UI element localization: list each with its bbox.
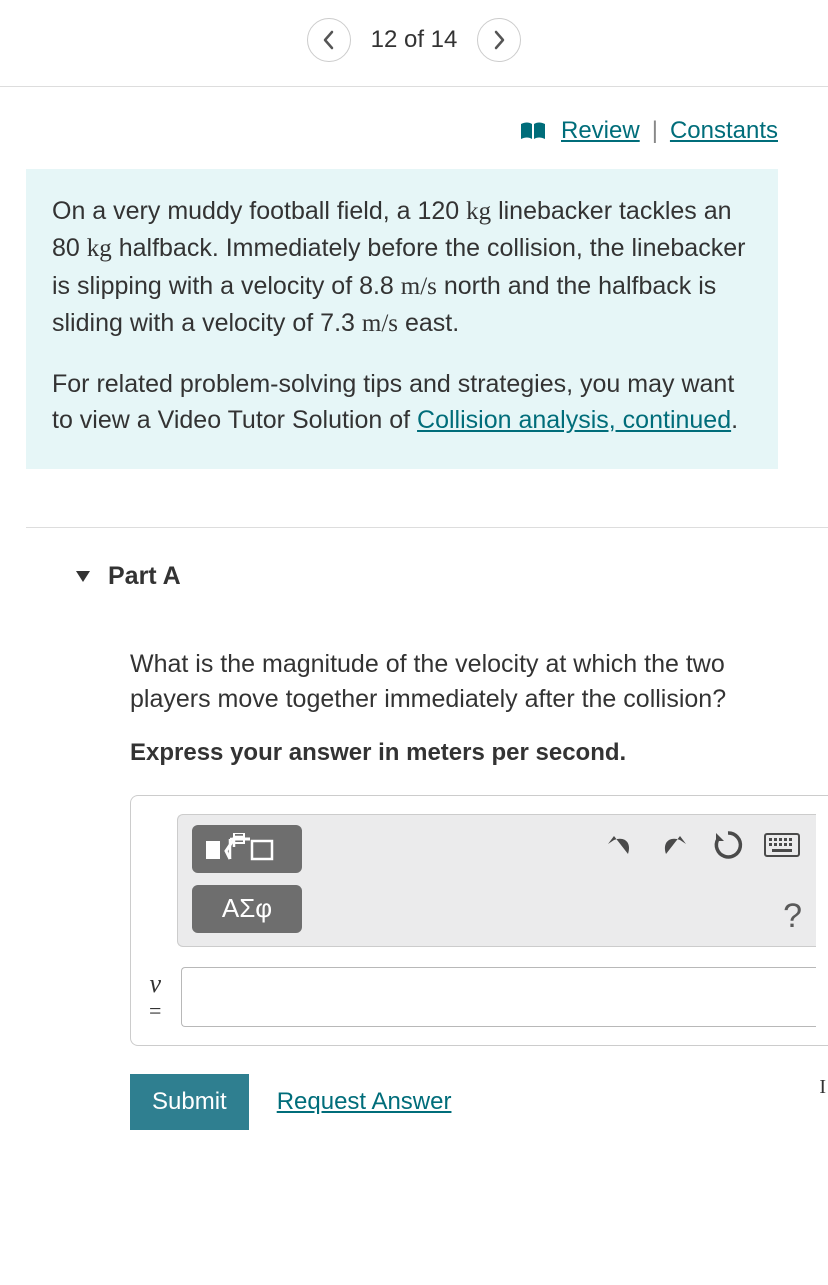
equation-toolbar: ΑΣφ ?: [177, 814, 816, 947]
answer-input[interactable]: [181, 967, 816, 1027]
template-icon: [204, 833, 290, 865]
equals-symbol: =: [149, 999, 161, 1023]
help-button[interactable]: ?: [783, 897, 802, 936]
text: On a very muddy football field, a 120: [52, 197, 466, 225]
book-icon: [519, 121, 547, 141]
reset-icon: [712, 829, 744, 861]
next-button[interactable]: [477, 18, 521, 62]
question-block: What is the magnitude of the velocity at…: [130, 647, 778, 767]
greek-symbols-button[interactable]: ΑΣφ: [192, 885, 302, 933]
text-cursor-icon: I: [819, 1076, 826, 1099]
part-header[interactable]: Part A: [26, 527, 828, 621]
link-separator: |: [652, 117, 658, 145]
resource-links: Review | Constants: [0, 87, 828, 169]
chevron-right-icon: [491, 29, 507, 51]
question-instruction: Express your answer in meters per second…: [130, 739, 778, 767]
keyboard-button[interactable]: [762, 825, 802, 865]
chevron-left-icon: [321, 29, 337, 51]
templates-button[interactable]: [192, 825, 302, 873]
pagination-bar: 12 of 14: [0, 0, 828, 87]
prev-button[interactable]: [307, 18, 351, 62]
unit-kg: kg: [87, 235, 112, 262]
text: .: [731, 406, 738, 434]
redo-button[interactable]: [654, 825, 694, 865]
unit-ms: m/s: [362, 310, 398, 337]
problem-paragraph-1: On a very muddy football field, a 120 kg…: [52, 193, 752, 342]
collapse-triangle-icon: [76, 571, 90, 582]
video-tutor-link[interactable]: Collision analysis, continued: [417, 406, 731, 434]
undo-button[interactable]: [600, 825, 640, 865]
review-link[interactable]: Review: [561, 117, 640, 145]
variable-label: v =: [149, 970, 161, 1023]
keyboard-icon: [764, 833, 800, 857]
question-text: What is the magnitude of the velocity at…: [130, 647, 778, 717]
action-row: Submit Request Answer: [130, 1074, 828, 1130]
problem-statement: On a very muddy football field, a 120 kg…: [26, 169, 778, 469]
request-answer-link[interactable]: Request Answer: [277, 1088, 452, 1116]
problem-paragraph-2: For related problem-solving tips and str…: [52, 366, 752, 439]
text: east.: [398, 309, 459, 337]
undo-icon: [604, 830, 636, 860]
pagination-label: 12 of 14: [371, 26, 458, 54]
constants-link[interactable]: Constants: [670, 117, 778, 145]
variable-symbol: v: [149, 970, 161, 999]
reset-button[interactable]: [708, 825, 748, 865]
answer-container: ΑΣφ ?: [130, 795, 828, 1046]
unit-ms: m/s: [401, 273, 437, 300]
redo-icon: [658, 830, 690, 860]
unit-kg: kg: [466, 198, 491, 225]
submit-button[interactable]: Submit: [130, 1074, 249, 1130]
answer-input-row: v =: [149, 967, 816, 1027]
greek-label: ΑΣφ: [222, 893, 272, 924]
part-label: Part A: [108, 562, 181, 591]
